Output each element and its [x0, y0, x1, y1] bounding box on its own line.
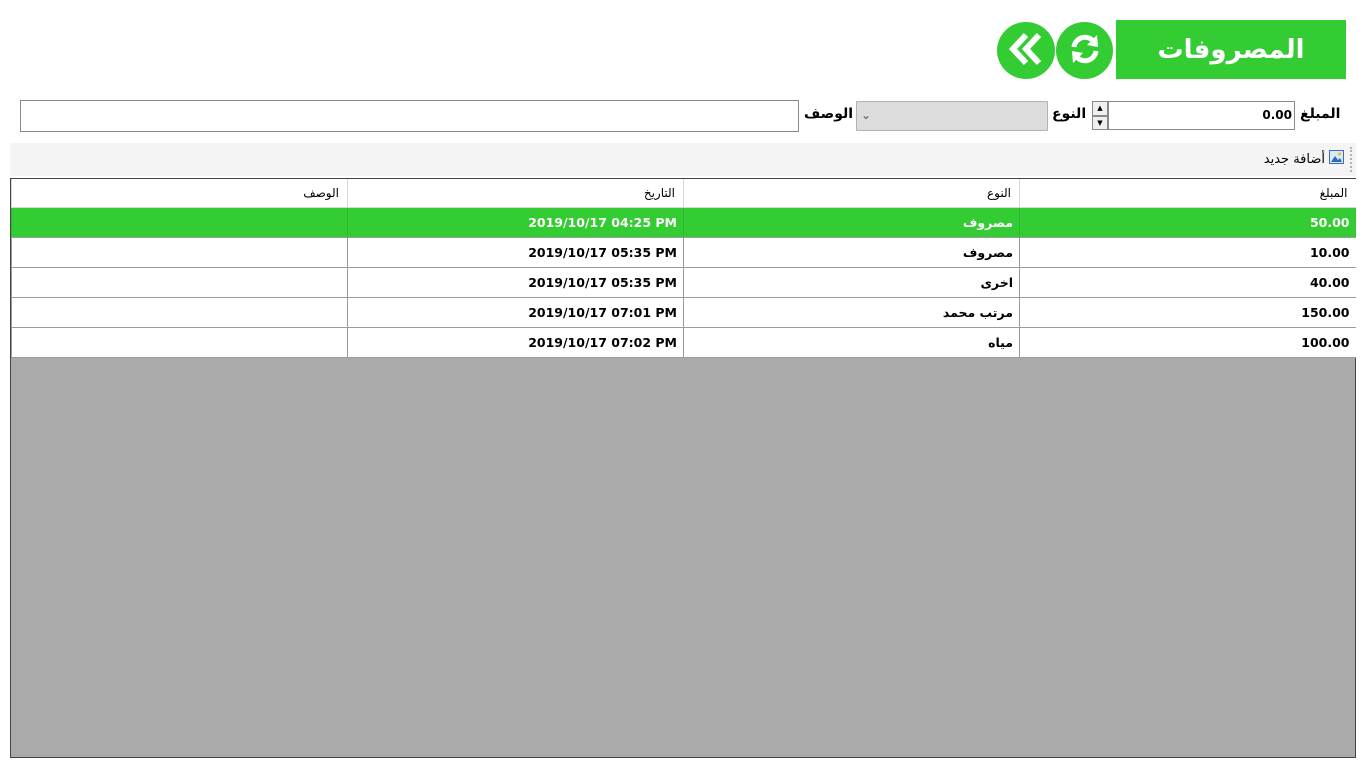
type-cell[interactable]: مياه: [683, 327, 1020, 358]
spin-down-button[interactable]: ▼: [1092, 115, 1108, 130]
date-cell[interactable]: 2019/10/17 07:02 PM: [347, 327, 684, 358]
toolbar-grip: [1350, 147, 1354, 172]
type-label: النوع: [1052, 106, 1087, 122]
image-icon: [1329, 150, 1344, 168]
expenses-table: المبلغ النوع التاريخ الوصف 50.00 مصروف 2…: [11, 179, 1356, 358]
amount-cell[interactable]: 50.00: [1019, 207, 1356, 238]
column-header-type[interactable]: النوع: [683, 179, 1020, 208]
description-label: الوصف: [804, 106, 854, 122]
description-cell[interactable]: [11, 327, 348, 358]
add-new-label: أضافة جديد: [1263, 151, 1325, 167]
table-row[interactable]: 40.00 اخرى 2019/10/17 05:35 PM: [11, 267, 1356, 298]
table-row[interactable]: 100.00 مياه 2019/10/17 07:02 PM: [11, 327, 1356, 358]
chevron-down-icon: ⌄: [861, 108, 872, 122]
description-field[interactable]: [20, 100, 799, 132]
description-cell[interactable]: [11, 267, 348, 298]
amount-field[interactable]: 0.00: [1108, 101, 1295, 130]
type-cell[interactable]: مرتب محمد: [683, 297, 1020, 328]
amount-cell[interactable]: 100.00: [1019, 327, 1356, 358]
double-chevron-left-icon: [1006, 29, 1046, 73]
page-title: المصروفات: [1116, 20, 1346, 79]
date-cell[interactable]: 2019/10/17 05:35 PM: [347, 267, 684, 298]
back-button[interactable]: [997, 22, 1055, 79]
column-header-description[interactable]: الوصف: [11, 179, 348, 208]
type-cell[interactable]: مصروف: [683, 237, 1020, 268]
amount-label: المبلغ: [1300, 106, 1341, 122]
date-cell[interactable]: 2019/10/17 04:25 PM: [347, 207, 684, 238]
amount-cell[interactable]: 40.00: [1019, 267, 1356, 298]
type-cell[interactable]: مصروف: [683, 207, 1020, 238]
toolbar: أضافة جديد: [10, 143, 1356, 176]
description-cell[interactable]: [11, 207, 348, 238]
column-header-amount[interactable]: المبلغ: [1019, 179, 1356, 208]
column-header-date[interactable]: التاريخ: [347, 179, 684, 208]
add-new-button[interactable]: أضافة جديد: [1264, 150, 1344, 168]
refresh-button[interactable]: [1056, 22, 1113, 79]
table-row[interactable]: 50.00 مصروف 2019/10/17 04:25 PM: [11, 207, 1356, 238]
amount-spinner[interactable]: ▲ ▼: [1092, 101, 1108, 130]
table-row[interactable]: 10.00 مصروف 2019/10/17 05:35 PM: [11, 237, 1356, 268]
date-cell[interactable]: 2019/10/17 05:35 PM: [347, 237, 684, 268]
description-cell[interactable]: [11, 297, 348, 328]
type-select[interactable]: ⌄: [856, 101, 1048, 131]
amount-cell[interactable]: 10.00: [1019, 237, 1356, 268]
table-header-row: المبلغ النوع التاريخ الوصف: [11, 179, 1356, 208]
amount-cell[interactable]: 150.00: [1019, 297, 1356, 328]
spin-up-button[interactable]: ▲: [1092, 101, 1108, 116]
description-cell[interactable]: [11, 237, 348, 268]
date-cell[interactable]: 2019/10/17 07:01 PM: [347, 297, 684, 328]
type-cell[interactable]: اخرى: [683, 267, 1020, 298]
refresh-icon: [1066, 30, 1104, 72]
table-row[interactable]: 150.00 مرتب محمد 2019/10/17 07:01 PM: [11, 297, 1356, 328]
expenses-grid[interactable]: المبلغ النوع التاريخ الوصف 50.00 مصروف 2…: [10, 178, 1356, 758]
